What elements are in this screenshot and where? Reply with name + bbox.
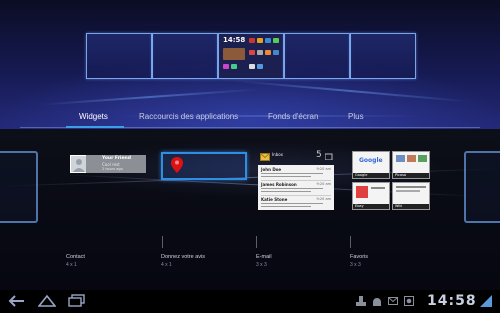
widget-size-email: 3 x 3 — [256, 262, 267, 268]
recent-apps-icon[interactable] — [68, 294, 86, 308]
light-streak — [230, 79, 470, 103]
email-snippet-line — [261, 191, 311, 192]
widget-label-bookmarks: Favoris — [350, 254, 369, 260]
app-icon — [265, 50, 271, 55]
gallery-icon[interactable] — [404, 296, 414, 306]
email-snippet-line — [261, 176, 311, 177]
prev-page-edge[interactable] — [0, 151, 38, 223]
photo-widget — [223, 48, 245, 60]
bookmark-thumbnail: Picasa — [392, 151, 430, 179]
tab-app-shortcuts[interactable]: Raccourcis des applications — [139, 112, 238, 121]
email-snippet-line — [261, 203, 323, 204]
bookmarks-widget[interactable]: Google Google Picasa Ebay Wiki — [352, 151, 432, 215]
home-screen-clock: 14:58 — [223, 36, 246, 44]
status-clock[interactable]: 14:58 — [427, 293, 477, 309]
home-screen-2[interactable] — [152, 33, 218, 79]
app-icon — [273, 38, 279, 43]
widget-label-feedback: Donnez votre avis — [161, 254, 206, 260]
bookmark-thumbnail: Wiki — [392, 182, 430, 210]
bookmark-title-bar: Picasa — [393, 173, 429, 178]
bookmark-title: Google — [355, 173, 368, 177]
email-header: Inbox 5 — [258, 150, 334, 164]
email-sender: Katie Stone — [261, 197, 288, 202]
bookmark-thumbnail: Google Google — [352, 151, 390, 179]
tab-widgets[interactable]: Widgets — [79, 112, 108, 121]
tab-bar: Widgets Raccourcis des applications Fond… — [0, 106, 500, 128]
home-screen-4[interactable] — [284, 33, 350, 79]
active-tab-indicator — [66, 126, 124, 128]
email-time: 9:20 am — [316, 197, 331, 201]
bookmark-title-bar: Ebay — [353, 204, 389, 209]
email-list: John Doe 9:20 am James Robinson 9:20 am … — [258, 165, 334, 210]
feedback-widget[interactable] — [161, 152, 247, 180]
bookmark-title: Picasa — [395, 173, 407, 177]
email-snippet-line — [261, 188, 323, 189]
photo-tile — [407, 155, 416, 162]
google-logo: Google — [359, 157, 383, 164]
app-icon — [249, 50, 255, 55]
download-icon[interactable] — [356, 296, 366, 306]
next-page-edge[interactable] — [464, 151, 500, 223]
app-icon — [249, 38, 255, 43]
thumbnail-text — [396, 186, 426, 188]
thumbnail-text — [396, 190, 420, 192]
back-icon[interactable] — [8, 294, 26, 308]
app-icon — [257, 50, 263, 55]
widget-size-contact: 4 x 1 — [66, 262, 77, 268]
widget-label-email: E-mail — [256, 254, 272, 260]
email-snippet-line — [261, 206, 311, 207]
app-icon — [249, 64, 255, 69]
bookmark-title-bar: Google — [353, 173, 389, 178]
email-inbox-label: Inbox — [272, 152, 283, 157]
compose-icon — [325, 153, 333, 160]
email-sender: James Robinson — [261, 182, 297, 187]
widget-label-contact: Contact — [66, 254, 85, 260]
widget-size-feedback: 4 x 1 — [161, 262, 172, 268]
divider — [162, 236, 163, 248]
wifi-signal-icon[interactable] — [480, 295, 492, 307]
home-icon[interactable] — [38, 294, 56, 308]
tab-wallpapers[interactable]: Fonds d'écran — [268, 112, 318, 121]
system-bar: 14:58 — [0, 290, 500, 313]
map-pin-icon — [171, 157, 183, 173]
email-row: John Doe 9:20 am — [261, 166, 331, 181]
android-icon[interactable] — [372, 296, 382, 306]
widget-size-bookmarks: 3 x 3 — [350, 262, 361, 268]
email-time: 9:20 am — [316, 182, 331, 186]
email-widget[interactable]: Inbox 5 John Doe 9:20 am James Robinson … — [258, 150, 334, 210]
email-row: James Robinson 9:20 am — [261, 181, 331, 196]
bookmark-title: Wiki — [395, 204, 403, 208]
contact-card: Your Friend Cool rest 2 hours ago — [86, 155, 146, 173]
divider — [350, 236, 351, 248]
app-icon — [231, 64, 237, 69]
thumbnail-text — [371, 187, 385, 189]
bookmark-title-bar: Wiki — [393, 204, 429, 209]
envelope-icon — [260, 153, 270, 161]
photo-tile — [418, 155, 427, 162]
tab-more[interactable]: Plus — [348, 112, 364, 121]
home-screen-5[interactable] — [350, 33, 416, 79]
email-row: Katie Stone 9:20 am — [261, 196, 331, 210]
light-streak — [40, 88, 260, 106]
thumbnail-image — [356, 186, 368, 198]
app-icon — [265, 38, 271, 43]
app-icon — [257, 64, 263, 69]
home-screen-3[interactable]: 14:58 — [218, 33, 284, 79]
email-time: 9:20 am — [316, 167, 331, 171]
app-icon — [257, 38, 263, 43]
email-snippet-line — [261, 173, 323, 174]
app-icon — [223, 64, 229, 69]
contact-time: 2 hours ago — [102, 167, 123, 171]
mail-icon[interactable] — [388, 296, 398, 306]
bookmark-title: Ebay — [355, 204, 364, 208]
email-unread-count: 5 — [316, 150, 322, 160]
home-screen-1[interactable] — [86, 33, 152, 79]
contact-name: Your Friend — [102, 156, 131, 161]
person-icon — [73, 159, 85, 172]
photo-tile — [396, 155, 405, 162]
email-sender: John Doe — [261, 167, 282, 172]
divider — [256, 236, 257, 248]
app-icon — [273, 50, 279, 55]
bookmark-thumbnail: Ebay — [352, 182, 390, 210]
